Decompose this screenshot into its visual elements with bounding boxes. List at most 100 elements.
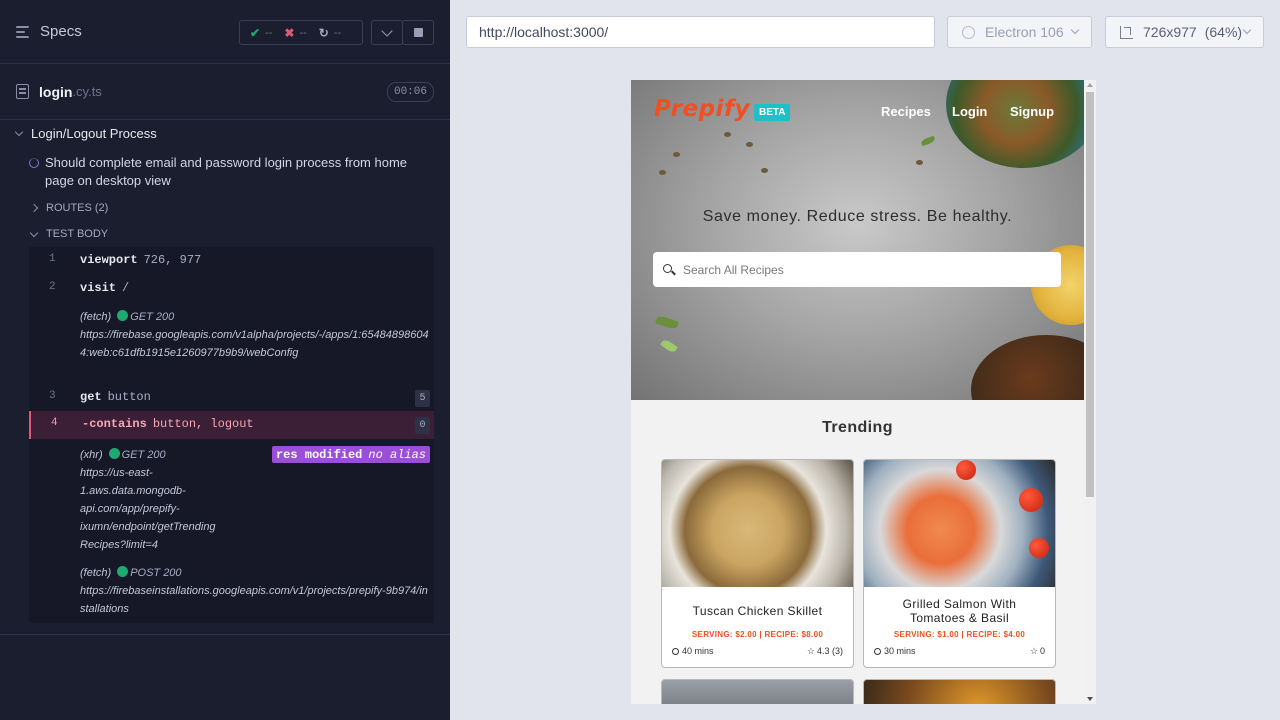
command-message: 726, 977 — [143, 253, 202, 267]
hero-tagline: Save money. Reduce stress. Be healthy. — [702, 208, 1013, 225]
recipe-time: 30 mins — [884, 646, 916, 656]
browser-icon — [962, 25, 975, 39]
seed-decoration — [916, 160, 923, 165]
log-method: GET 200 — [130, 311, 175, 323]
caret-down-icon — [14, 127, 24, 137]
log-url-line: Recipes?limit=4 — [80, 539, 158, 551]
status-success-icon — [108, 448, 120, 459]
recipe-card[interactable] — [661, 679, 854, 704]
recipe-card[interactable]: Tuscan Chicken Skillet SERVING: $2.00 | … — [661, 459, 854, 668]
trending-heading: Trending — [822, 419, 893, 436]
intercept-alias-badge[interactable]: res modified no alias — [271, 446, 430, 463]
nav-login[interactable]: Login — [952, 104, 987, 119]
log-type: (fetch) — [80, 567, 112, 579]
network-log-entry[interactable]: (fetch) GET 200 https://firebase.googleap… — [80, 308, 430, 362]
specs-list-icon[interactable] — [16, 25, 32, 39]
log-type: (fetch) — [80, 311, 112, 323]
failed-icon: ✖ — [284, 25, 295, 40]
command-message: button — [107, 390, 151, 404]
suite-title: Login/Logout Process — [31, 126, 157, 141]
failed-count: -- — [299, 26, 307, 39]
command-row[interactable]: 3 get button 5 — [29, 390, 434, 408]
seed-decoration — [746, 142, 753, 147]
recipe-image — [662, 460, 853, 587]
browser-selector[interactable]: Electron 106 — [947, 16, 1092, 48]
chevron-down-icon — [1242, 25, 1252, 35]
recipe-rating: 4.3 (3) — [816, 646, 843, 656]
nav-recipes[interactable]: Recipes — [881, 104, 931, 119]
search-icon — [663, 263, 672, 273]
suite-row[interactable]: Login/Logout Process — [14, 126, 157, 141]
caret-right-icon — [29, 203, 39, 213]
command-name: viewport 726, 977 — [80, 253, 202, 267]
document-icon — [16, 84, 29, 99]
test-row[interactable]: Should complete email and password login… — [29, 154, 429, 190]
recipe-card[interactable] — [863, 679, 1056, 704]
network-log-entry[interactable]: (fetch) POST 200 https://firebaseinstalla… — [80, 564, 430, 618]
frame-scrollbar[interactable] — [1084, 80, 1096, 704]
command-number: 1 — [49, 253, 56, 265]
food-bowl-image — [946, 80, 1084, 168]
run-duration: 00:06 — [386, 82, 434, 102]
recipe-time: 40 mins — [682, 646, 714, 656]
clock-icon — [874, 648, 881, 655]
pending-icon: ↻ — [318, 25, 329, 40]
recipe-search-input[interactable]: Search All Recipes — [653, 252, 1061, 287]
leaf-decoration — [660, 338, 678, 354]
stop-button[interactable] — [402, 20, 434, 45]
prepify-logo[interactable]: Prepify — [654, 96, 750, 122]
seed-decoration — [659, 170, 666, 175]
recipe-meta: 30 mins ☆ 0 — [874, 646, 1045, 657]
tomato-decoration — [1029, 538, 1049, 558]
command-row[interactable]: 1 viewport 726, 977 — [29, 253, 434, 271]
log-url: https://firebase.googleapis.com/v1alpha/… — [80, 329, 429, 359]
app-under-test-frame: Prepify BETA Recipes Login Signup Save m… — [631, 80, 1096, 704]
alias-label: no alias — [368, 447, 426, 462]
log-method: POST 200 — [130, 567, 182, 579]
caret-down-icon — [29, 228, 39, 237]
spec-file-row: login .cy.ts 00:06 — [0, 64, 450, 120]
scroll-up-icon[interactable] — [1087, 83, 1093, 87]
element-count-badge: 0 — [415, 417, 430, 434]
stop-icon — [413, 28, 423, 37]
log-type: (xhr) — [80, 449, 103, 461]
passed-count: -- — [265, 26, 273, 39]
scroll-thumb[interactable] — [1086, 92, 1094, 497]
running-spinner-icon — [29, 158, 39, 168]
url-bar[interactable]: http://localhost:3000/ — [466, 16, 935, 48]
recipe-image — [864, 460, 1055, 587]
command-row-failed[interactable]: 4 -contains button, logout 0 — [29, 411, 434, 439]
test-stats: ✔ -- ✖ -- ↻ -- — [239, 20, 363, 45]
pending-count: -- — [333, 26, 342, 39]
star-icon: ☆ — [1029, 646, 1038, 656]
test-body-toggle[interactable]: TEST BODY — [29, 228, 108, 240]
food-bowl-image — [971, 335, 1084, 400]
nav-signup[interactable]: Signup — [1010, 104, 1054, 119]
viewport-size: 726x977 — [1143, 24, 1197, 40]
command-number: 3 — [49, 390, 56, 402]
log-url-line: https://us-east- — [80, 467, 153, 479]
viewport-scale: (64%) — [1204, 24, 1243, 40]
command-number: 4 — [51, 417, 58, 429]
command-row[interactable]: 2 visit / — [29, 281, 434, 299]
command-message: / — [122, 281, 130, 295]
recipe-card[interactable]: Grilled Salmon With Tomatoes & Basil SER… — [863, 459, 1056, 668]
log-url-line: ixumn/endpoint/getTrending — [80, 521, 216, 533]
log-url-line: api.com/app/prepify- — [80, 503, 180, 515]
routes-toggle[interactable]: ROUTES (2) — [29, 202, 108, 214]
hero-section: Prepify BETA Recipes Login Signup Save m… — [631, 80, 1084, 400]
specs-label[interactable]: Specs — [40, 23, 82, 40]
scroll-down-icon[interactable] — [1087, 697, 1093, 701]
spec-file-ext: .cy.ts — [72, 84, 102, 99]
auto-scroll-button[interactable] — [371, 20, 403, 45]
recipe-price: SERVING: $1.00 | RECIPE: $4.00 — [893, 630, 1026, 639]
test-title: Should complete email and password login… — [45, 155, 408, 188]
recipe-price: SERVING: $2.00 | RECIPE: $8.00 — [691, 630, 824, 639]
recipe-title: Tuscan Chicken Skillet — [692, 604, 823, 618]
leaf-decoration — [655, 314, 679, 331]
spec-file-name[interactable]: login — [39, 84, 72, 100]
viewport-info[interactable]: 726x977 (64%) — [1105, 16, 1264, 48]
log-url-line: 1.aws.data.mongodb- — [80, 485, 186, 497]
tomato-decoration — [956, 460, 976, 480]
recipe-rating: 0 — [1039, 646, 1045, 656]
